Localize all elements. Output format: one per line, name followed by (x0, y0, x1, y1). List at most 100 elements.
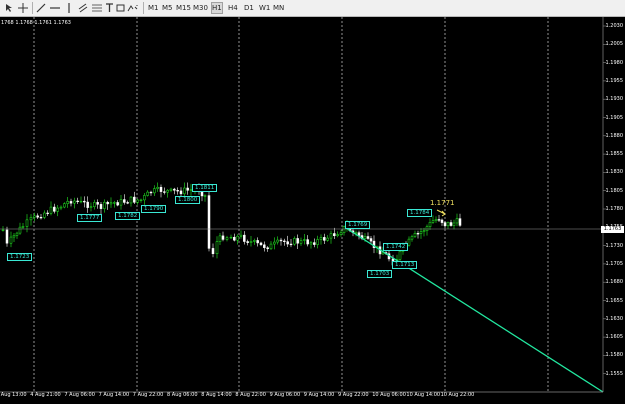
candle (136, 199, 139, 203)
price-tag[interactable]: 1.1800 (175, 196, 201, 204)
candle (12, 235, 16, 238)
tf-m1-button[interactable]: M1 (148, 3, 159, 13)
channel-icon[interactable] (77, 2, 89, 14)
price-tag[interactable]: 1.1769 (345, 221, 371, 229)
candle (66, 201, 69, 204)
tf-m5-button[interactable]: M5 (162, 3, 173, 13)
tf-d1-button[interactable]: D1 (244, 3, 254, 13)
price-tag[interactable]: 1.1703 (367, 270, 393, 278)
candle (156, 186, 159, 189)
candle (53, 206, 56, 212)
candle (153, 188, 156, 194)
candle (407, 238, 411, 246)
candle (236, 235, 239, 241)
price-tag[interactable]: 1.1782 (115, 212, 141, 220)
price-tag[interactable]: 1.1784 (407, 209, 433, 217)
price-axis-label: 1.1905 (605, 114, 624, 121)
candle (166, 190, 169, 193)
candle (419, 231, 423, 234)
text-icon[interactable] (104, 2, 114, 14)
tf-h4-button[interactable]: H4 (228, 3, 238, 13)
candle (443, 222, 447, 227)
candle (434, 219, 438, 221)
candle (366, 236, 370, 239)
time-axis-label: 8 Aug 14:00 (201, 392, 232, 398)
candle (369, 238, 373, 242)
candle (96, 202, 99, 205)
candle (263, 244, 266, 248)
candle (246, 241, 249, 243)
candle (319, 237, 323, 240)
candle (129, 196, 133, 204)
candle (56, 207, 59, 212)
vline-icon[interactable] (63, 2, 75, 14)
label-icon[interactable] (115, 2, 125, 14)
candle (149, 191, 153, 194)
time-axis-label: 10 Aug 22:00 (440, 392, 475, 398)
price-tag[interactable]: 1.1713 (392, 261, 418, 269)
time-axis-label: 9 Aug 22:00 (338, 392, 369, 398)
candle (143, 195, 146, 201)
time-axis-label: 8 Aug 22:00 (235, 392, 266, 398)
trendline[interactable] (345, 227, 604, 393)
shapes-icon[interactable] (126, 2, 140, 14)
candle (207, 195, 211, 249)
candle (449, 222, 453, 226)
candle (69, 201, 73, 204)
candle (323, 237, 326, 241)
time-axis-label: 7 Aug 14:00 (98, 392, 130, 398)
candle (339, 232, 343, 235)
candle (18, 226, 22, 234)
candle (398, 250, 402, 260)
candle (256, 240, 259, 244)
price-tag[interactable]: 1.1811 (192, 184, 218, 192)
price-tag[interactable]: 1.1790 (141, 205, 167, 213)
candle (116, 202, 119, 206)
candle (296, 238, 299, 244)
candle (259, 242, 263, 246)
trendline-icon[interactable] (35, 2, 47, 14)
candle (225, 237, 229, 240)
tf-m30-button[interactable]: M30 (193, 3, 208, 13)
candle (416, 233, 420, 235)
text-label[interactable]: 1.1771 (430, 199, 455, 207)
candle (119, 199, 123, 206)
price-tag[interactable]: 1.1742 (383, 243, 409, 251)
time-axis-label: 7 Aug 22:00 (132, 392, 164, 398)
candle (159, 186, 163, 192)
candle (109, 202, 113, 205)
candle (59, 206, 63, 209)
hline-icon[interactable] (49, 2, 61, 14)
crosshair-icon[interactable] (17, 2, 29, 14)
price-axis-label: 1.1930 (605, 96, 624, 103)
candle (363, 236, 367, 239)
cursor-icon[interactable] (3, 2, 15, 14)
candle (79, 200, 83, 203)
time-axis-label: 9 Aug 14:00 (303, 392, 335, 398)
tf-mn-button[interactable]: MN (273, 3, 284, 13)
tf-m15-button[interactable]: M15 (176, 3, 191, 13)
candle (29, 217, 33, 221)
candle (455, 218, 459, 224)
candle (46, 212, 49, 215)
candle (329, 233, 333, 239)
candle (126, 202, 129, 204)
chart-toolbar: M1 M5 M15 M30 H1 H4 D1 W1 MN (0, 0, 625, 17)
candle (25, 219, 29, 227)
candle (73, 200, 76, 204)
candle (243, 234, 246, 242)
fibo-icon[interactable] (91, 2, 103, 14)
price-axis-label: 1.1605 (605, 334, 624, 341)
tf-h1-button[interactable]: H1 (211, 2, 223, 14)
candle (303, 239, 306, 241)
price-axis-label: 1.1805 (605, 187, 624, 194)
candle (289, 243, 293, 246)
price-tag[interactable]: 1.1777 (77, 214, 103, 222)
price-tag[interactable]: 1.1723 (7, 253, 33, 261)
candle (36, 215, 39, 218)
time-axis-label: 4 Aug 21:00 (30, 392, 61, 398)
candle (269, 243, 273, 250)
candle (203, 195, 207, 197)
tf-w1-button[interactable]: W1 (259, 3, 270, 13)
price-chart[interactable] (0, 17, 625, 404)
